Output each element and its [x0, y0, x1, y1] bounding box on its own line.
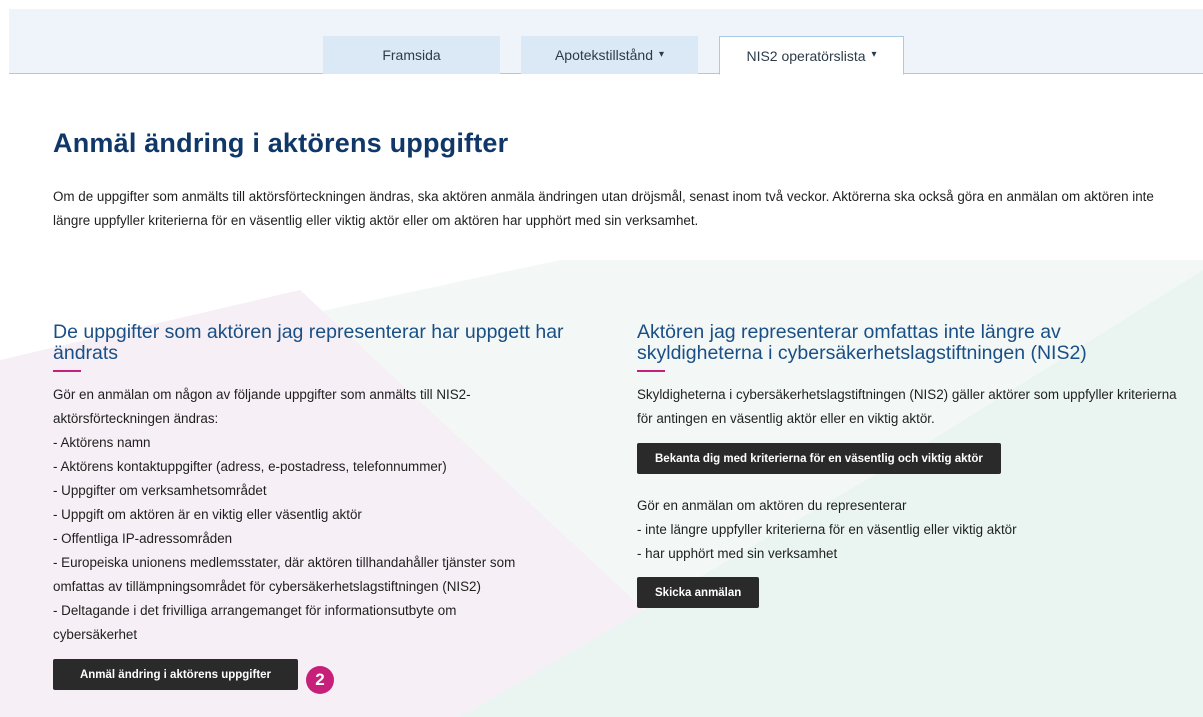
- list-item-continued: omfattas av tillämpningsområdet för cybe…: [53, 579, 481, 594]
- chevron-down-icon: ▾: [659, 48, 665, 60]
- report-conditions: Gör en anmälan om aktören du representer…: [637, 494, 1177, 566]
- page-title: Anmäl ändring i aktörens uppgifter: [53, 128, 509, 158]
- intro-text: Om de uppgifter som anmälts till aktörsf…: [53, 189, 1154, 228]
- list-item: - har upphört med sin verksamhet: [637, 546, 838, 561]
- list-line: Gör en anmälan om aktören du representer…: [637, 498, 907, 513]
- tab-apotekstillstand[interactable]: Apotekstillstånd ▾: [521, 36, 698, 74]
- tab-label: Framsida: [382, 47, 441, 63]
- accent-bar: [53, 370, 81, 372]
- list-item: - Offentliga IP-adressområden: [53, 531, 233, 546]
- list-item: - Uppgift om aktören är en viktig eller …: [53, 507, 362, 522]
- send-report-button[interactable]: Skicka anmälan: [637, 577, 760, 608]
- accent-bar: [637, 370, 665, 372]
- list-item: - Aktörens namn: [53, 435, 151, 450]
- obligations-text: Skyldigheterna i cybersäkerhetslagstiftn…: [637, 387, 1177, 426]
- list-item: - Uppgifter om verksamhetsområdet: [53, 483, 267, 498]
- list-item: - Deltagande i det frivilliga arrangeman…: [53, 603, 457, 618]
- list-item: - inte längre uppfyller kriterierna för …: [637, 522, 1017, 537]
- step-badge: 2: [306, 666, 334, 694]
- list-line: Gör en anmälan om någon av följande uppg…: [53, 387, 471, 402]
- changes-list: Gör en anmälan om någon av följande uppg…: [53, 383, 613, 647]
- section-heading: Aktören jag representerar omfattas inte …: [637, 321, 1087, 364]
- tab-label: NIS2 operatörslista: [746, 47, 866, 64]
- section-heading: De uppgifter som aktören jag representer…: [53, 321, 564, 364]
- list-item-continued: cybersäkerhet: [53, 627, 138, 642]
- section-changed-details: De uppgifter som aktören jag representer…: [53, 322, 613, 690]
- section-no-longer-covered: Aktören jag representerar omfattas inte …: [637, 322, 1177, 608]
- tab-label: Apotekstillstånd: [554, 47, 654, 63]
- list-line: aktörsförteckningen ändras:: [53, 411, 219, 426]
- list-item: - Europeiska unionens medlemsstater, där…: [53, 555, 516, 570]
- list-item: - Aktörens kontaktuppgifter (adress, e-p…: [53, 459, 447, 474]
- tab-nis2-operatorslista[interactable]: NIS2 operatörslista ▾: [719, 36, 904, 75]
- criteria-button[interactable]: Bekanta dig med kriterierna för en väsen…: [637, 443, 1001, 474]
- report-change-button[interactable]: Anmäl ändring i aktörens uppgifter: [53, 659, 298, 690]
- tab-framsida[interactable]: Framsida: [323, 36, 500, 74]
- chevron-down-icon: ▾: [871, 49, 877, 60]
